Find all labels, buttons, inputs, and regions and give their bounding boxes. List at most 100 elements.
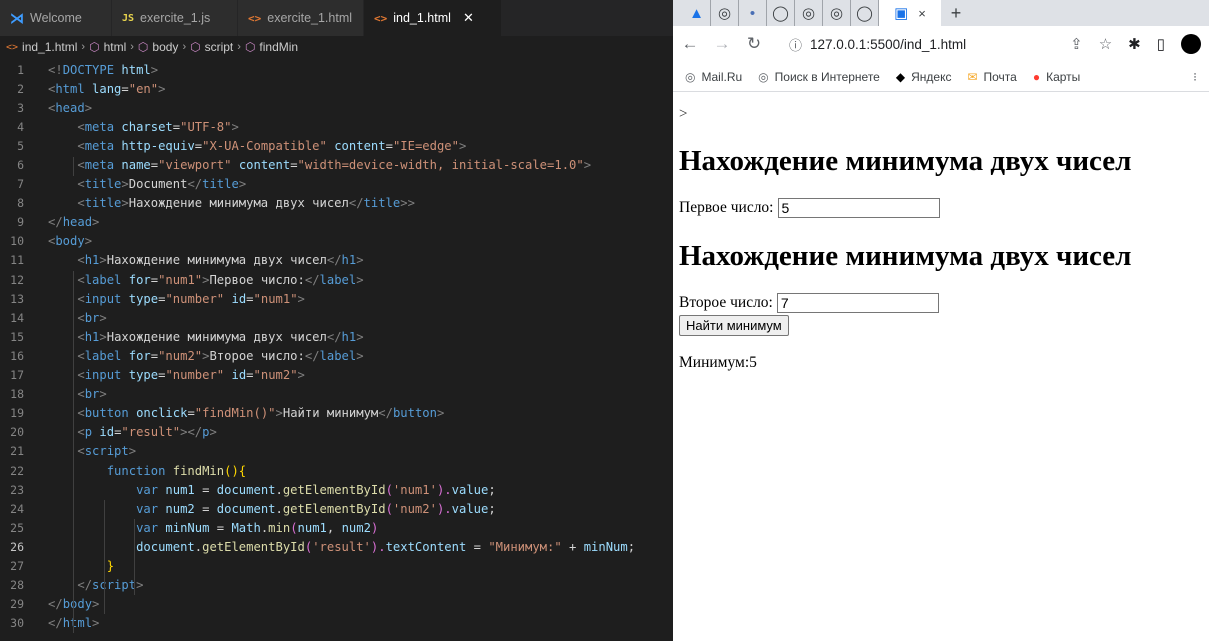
code-text: var minNum = Math.min(num1, num2) xyxy=(48,521,378,535)
code-token: </ xyxy=(326,253,342,268)
code-editor-window: ⋊ Welcome JS exercite_1.js <> exercite_1… xyxy=(0,0,673,641)
code-line[interactable]: 11 <h1>Нахождение минимума двух чисел</h… xyxy=(0,251,673,270)
line-number: 4 xyxy=(17,119,24,134)
breadcrumb-item[interactable]: html xyxy=(104,40,127,54)
code-line[interactable]: 9 </head> xyxy=(0,213,673,232)
breadcrumb-item[interactable]: findMin xyxy=(259,40,298,54)
code-line[interactable]: 23 var num1 = document.getElementById('n… xyxy=(0,480,673,499)
code-line[interactable]: 2 <html lang="en"> xyxy=(0,79,673,98)
code-line[interactable]: 14 <br> xyxy=(0,308,673,327)
code-token: type xyxy=(128,291,159,306)
browser-tab[interactable]: ▲ xyxy=(683,0,711,26)
browser-tab[interactable]: ◯ xyxy=(851,0,879,26)
bookmark-search[interactable]: ◎ Поиск в Интернете xyxy=(758,70,880,84)
profile-avatar[interactable] xyxy=(1181,34,1201,54)
browser-tab[interactable]: ◎ xyxy=(823,0,851,26)
code-token: > xyxy=(92,597,100,612)
second-number-label: Второе число: xyxy=(679,294,773,311)
bookmark-mail[interactable]: ✉ Почта xyxy=(967,70,1016,84)
browser-tab[interactable]: ◎ xyxy=(711,0,739,26)
url-text[interactable]: 127.0.0.1:5500/ind_1.html xyxy=(810,37,966,52)
code-token: > xyxy=(121,196,129,211)
browser-tab-active[interactable]: ▣ × xyxy=(879,0,941,26)
line-number: 6 xyxy=(17,158,24,173)
more-bookmarks-icon[interactable]: ⁝ xyxy=(1193,70,1197,84)
side-panel-icon[interactable]: ▯ xyxy=(1157,35,1165,53)
code-line[interactable]: 8 <title>Нахождение минимума двух чисел<… xyxy=(0,194,673,213)
code-token: document xyxy=(216,501,276,516)
code-line[interactable]: 25 var minNum = Math.min(num1, num2) xyxy=(0,518,673,537)
code-token: = xyxy=(209,520,232,535)
code-line[interactable]: 27 } xyxy=(0,556,673,575)
code-line[interactable]: 28 </script> xyxy=(0,576,673,595)
breadcrumb-item[interactable]: script xyxy=(205,40,234,54)
bookmark-maps[interactable]: ● Карты xyxy=(1033,70,1080,84)
close-icon[interactable]: × xyxy=(918,6,926,21)
code-line[interactable]: 22 function findMin(){ xyxy=(0,461,673,480)
code-line[interactable]: 16 <label for="num2">Второе число:</labe… xyxy=(0,346,673,365)
extensions-icon[interactable]: ✱ xyxy=(1128,35,1141,53)
code-token: 'num2' xyxy=(392,501,437,516)
code-token: ; xyxy=(488,501,496,516)
browser-tab[interactable]: ◯ xyxy=(767,0,795,26)
breadcrumb-item[interactable]: body xyxy=(152,40,178,54)
address-bar[interactable]: ⓘ 127.0.0.1:5500/ind_1.html xyxy=(777,29,1056,59)
find-min-button[interactable]: Найти минимум xyxy=(679,315,789,336)
code-line[interactable]: 1 <!DOCTYPE html> xyxy=(0,60,673,79)
tab-ind-html[interactable]: <> ind_1.html ✕ xyxy=(364,0,502,36)
code-line[interactable]: 6 <meta name="viewport" content="width=d… xyxy=(0,155,673,174)
browser-tab[interactable]: ◎ xyxy=(795,0,823,26)
bookmark-mailru[interactable]: ◎ Mail.Ru xyxy=(685,70,742,84)
code-line[interactable]: 13 <input type="number" id="num1"> xyxy=(0,289,673,308)
code-line[interactable]: 7 <title>Document</title> xyxy=(0,175,673,194)
code-token: type xyxy=(128,368,159,383)
code-line[interactable]: 19 <button onclick="findMin()">Найти мин… xyxy=(0,404,673,423)
html-file-icon: <> xyxy=(374,11,388,25)
line-number: 12 xyxy=(10,272,24,287)
browser-tab[interactable]: • xyxy=(739,0,767,26)
info-icon[interactable]: ⓘ xyxy=(789,35,802,54)
close-icon[interactable]: ✕ xyxy=(463,10,474,26)
reload-icon[interactable]: ↻ xyxy=(745,34,763,54)
tab-welcome[interactable]: ⋊ Welcome xyxy=(0,0,112,36)
code-area[interactable]: 1 <!DOCTYPE html> 2 <html lang="en"> 3 <head>… xyxy=(0,58,673,633)
code-line[interactable]: 26 document.getElementById('result').tex… xyxy=(0,537,673,556)
code-token: ) xyxy=(370,520,379,535)
code-line[interactable]: 3 <head> xyxy=(0,98,673,117)
code-token: > xyxy=(231,119,239,134)
code-line[interactable]: 24 var num2 = document.getElementById('n… xyxy=(0,499,673,518)
code-line[interactable]: 12 <label for="num1">Первое число:</labe… xyxy=(0,270,673,289)
code-line[interactable]: 21 <script> xyxy=(0,442,673,461)
line-number: 9 xyxy=(17,215,24,230)
share-icon[interactable]: ⇪ xyxy=(1070,35,1083,53)
code-token: label xyxy=(319,348,357,363)
code-token: + xyxy=(561,539,584,554)
code-line[interactable]: 20 <p id="result"></p> xyxy=(0,423,673,442)
code-line[interactable]: 29 </body> xyxy=(0,595,673,614)
code-token: > xyxy=(356,253,364,268)
code-line[interactable]: 4 <meta charset="UTF-8"> xyxy=(0,117,673,136)
forward-arrow-icon[interactable]: → xyxy=(713,34,731,54)
symbol-icon: ⬡ xyxy=(190,40,201,54)
back-arrow-icon[interactable]: ← xyxy=(681,34,699,54)
code-line[interactable]: 5 <meta http-equiv = "X-UA-Compatible" con… xyxy=(0,136,673,155)
tab-exercite-js[interactable]: JS exercite_1.js xyxy=(112,0,238,36)
breadcrumb-item[interactable]: ind_1.html xyxy=(22,40,77,54)
bookmark-yandex[interactable]: ◆ Яндекс xyxy=(896,70,952,84)
code-text: <input type="number" id="num2"> xyxy=(48,368,305,382)
code-line[interactable]: 30 </html> xyxy=(0,614,673,633)
indent-guide xyxy=(104,500,105,614)
code-line[interactable]: 18 <br> xyxy=(0,385,673,404)
first-number-input[interactable] xyxy=(777,198,940,218)
code-line[interactable]: 17 <input type="number" id="num2"> xyxy=(0,366,673,385)
code-text: <br> xyxy=(48,387,106,401)
code-line[interactable]: 15 <h1>Нахождение минимума двух чисел</h… xyxy=(0,327,673,346)
tab-exercite-html[interactable]: <> exercite_1.html xyxy=(238,0,364,36)
code-token: "number" xyxy=(165,291,225,306)
code-line[interactable]: 10 <body> xyxy=(0,232,673,251)
second-number-input[interactable] xyxy=(776,293,939,313)
star-icon[interactable]: ☆ xyxy=(1099,35,1112,53)
line-number: 17 xyxy=(10,368,24,383)
new-tab-button[interactable]: + xyxy=(941,0,971,26)
